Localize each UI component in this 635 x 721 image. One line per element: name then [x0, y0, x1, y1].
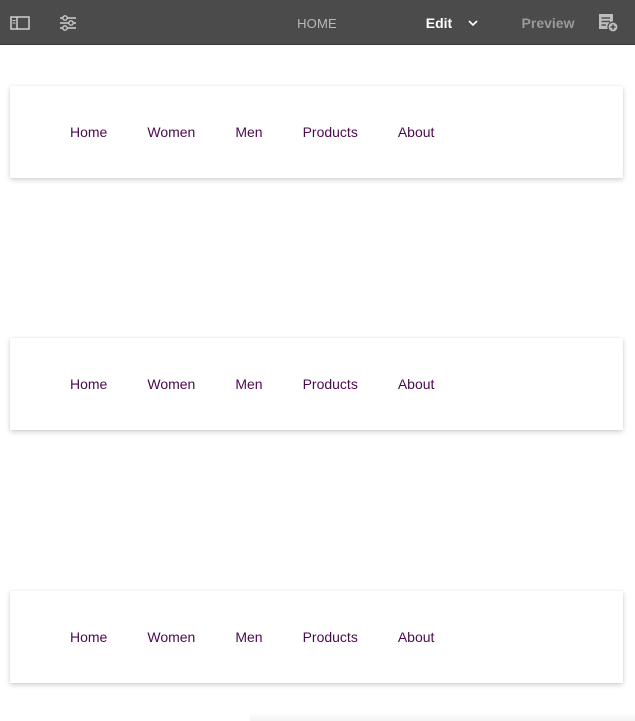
nav-list: Home Women Men Products About	[70, 591, 434, 683]
nav-item-men[interactable]: Men	[235, 376, 262, 392]
nav-item-about[interactable]: About	[398, 124, 435, 140]
nav-item-products[interactable]: Products	[303, 124, 358, 140]
annotations-icon[interactable]	[597, 12, 619, 34]
nav-item-about[interactable]: About	[398, 376, 435, 392]
side-panel-icon[interactable]	[9, 12, 31, 34]
nav-list: Home Women Men Products About	[70, 86, 434, 178]
preview-mode-button[interactable]: Preview	[514, 0, 582, 45]
nav-item-men[interactable]: Men	[235, 629, 262, 645]
nav-item-home[interactable]: Home	[70, 124, 107, 140]
chevron-down-icon[interactable]	[466, 16, 480, 30]
nav-item-home[interactable]: Home	[70, 376, 107, 392]
editor-toolbar: HOME Edit Preview	[0, 0, 635, 45]
nav-item-products[interactable]: Products	[303, 629, 358, 645]
edit-mode-button[interactable]: Edit	[415, 0, 463, 45]
nav-item-home[interactable]: Home	[70, 629, 107, 645]
properties-sliders-icon[interactable]	[57, 12, 79, 34]
nav-item-women[interactable]: Women	[147, 629, 195, 645]
navigation-component[interactable]: Home Women Men Products About	[10, 86, 623, 178]
navigation-component[interactable]: Home Women Men Products About	[10, 338, 623, 430]
nav-list: Home Women Men Products About	[70, 338, 434, 430]
nav-item-products[interactable]: Products	[303, 376, 358, 392]
nav-item-women[interactable]: Women	[147, 124, 195, 140]
nav-item-men[interactable]: Men	[235, 124, 262, 140]
navigation-component[interactable]: Home Women Men Products About	[10, 591, 623, 683]
page-title: HOME	[297, 16, 337, 31]
nav-item-women[interactable]: Women	[147, 376, 195, 392]
nav-item-about[interactable]: About	[398, 629, 435, 645]
next-component-edge	[250, 712, 635, 721]
